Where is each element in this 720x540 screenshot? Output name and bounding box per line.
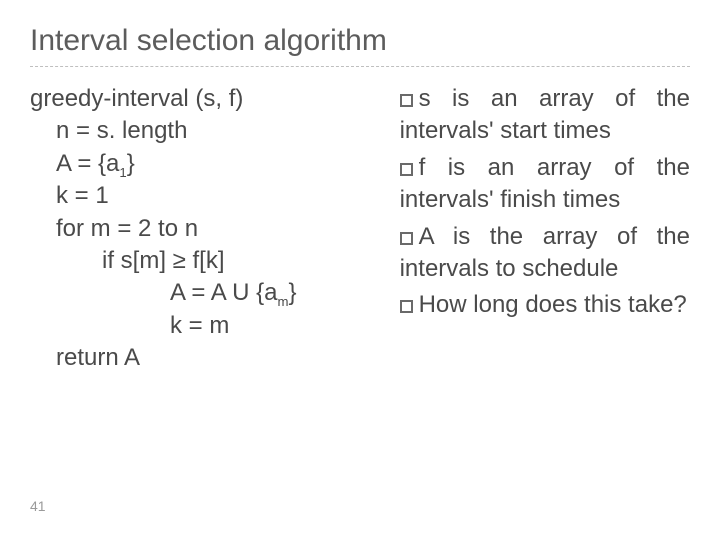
slide: Interval selection algorithm greedy-inte… xyxy=(0,0,720,540)
algo-header: greedy-interval (s, f) xyxy=(30,83,400,115)
algo-line-n: n = s. length xyxy=(30,115,400,147)
note-a-rest: is the array of the intervals to schedul… xyxy=(400,223,690,282)
algo-line-a-init: A = {a1} xyxy=(30,148,400,180)
notes-column: s is an array of the intervals' start ti… xyxy=(400,83,690,540)
note-s-rest: is an array of the intervals' start time… xyxy=(400,85,690,144)
algo-line-union: A = A U {am} xyxy=(30,277,400,309)
note-a: A is the array of the intervals to sched… xyxy=(400,221,690,286)
note-how: How long does this take? xyxy=(400,289,690,321)
note-how-lead: How xyxy=(419,291,467,318)
algo-union-sub: m xyxy=(277,294,288,309)
algo-line-if: if s[m] ≥ f[k] xyxy=(30,245,400,277)
note-a-lead: A xyxy=(419,223,434,250)
slide-body: greedy-interval (s, f) n = s. length A =… xyxy=(30,83,690,540)
algo-a-post: } xyxy=(127,150,135,177)
square-bullet-icon xyxy=(400,94,413,107)
algo-a-pre: A = {a xyxy=(56,150,119,177)
algo-line-for: for m = 2 to n xyxy=(30,213,400,245)
algo-union-pre: A = A U {a xyxy=(170,279,277,306)
square-bullet-icon xyxy=(400,300,413,313)
note-f: f is an array of the intervals' finish t… xyxy=(400,152,690,217)
algo-line-k-m: k = m xyxy=(30,310,400,342)
note-s-lead: s xyxy=(419,85,431,112)
algo-union-post: } xyxy=(288,279,296,306)
note-f-rest: is an array of the intervals' finish tim… xyxy=(400,154,690,213)
algo-line-return: return A xyxy=(30,342,400,374)
note-how-rest: long does this take? xyxy=(467,291,687,318)
title-rule xyxy=(30,66,690,67)
square-bullet-icon xyxy=(400,232,413,245)
slide-title: Interval selection algorithm xyxy=(30,24,690,58)
page-number: 41 xyxy=(30,498,46,514)
square-bullet-icon xyxy=(400,163,413,176)
algo-line-k: k = 1 xyxy=(30,180,400,212)
algorithm-column: greedy-interval (s, f) n = s. length A =… xyxy=(30,83,400,540)
algo-a-sub: 1 xyxy=(119,165,126,180)
note-s: s is an array of the intervals' start ti… xyxy=(400,83,690,148)
